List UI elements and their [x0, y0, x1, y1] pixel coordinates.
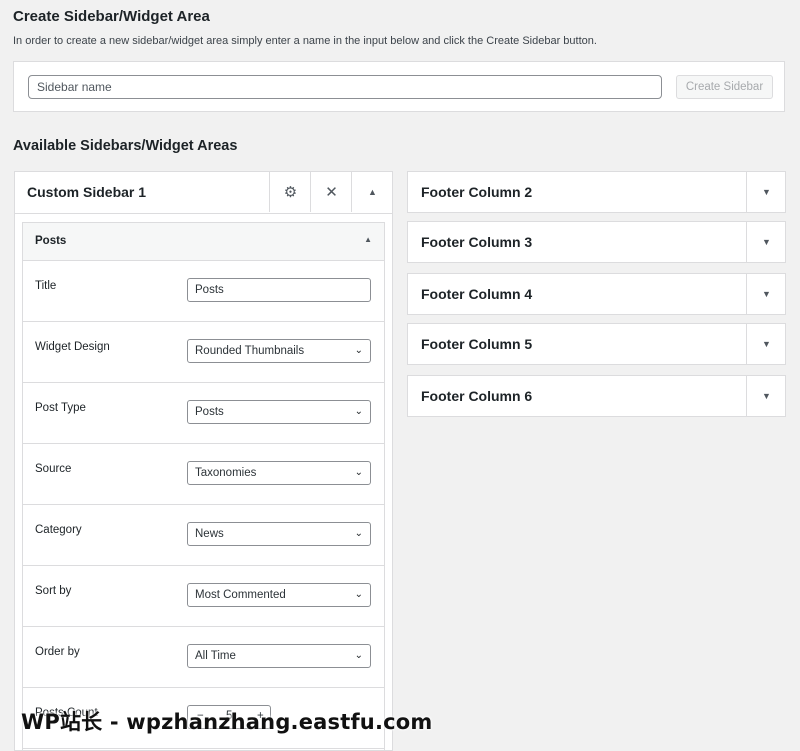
sidebar-panel-title: Footer Column 4: [421, 286, 533, 302]
chevron-down-icon: ⌄: [354, 406, 363, 417]
custom-sidebar-header[interactable]: Custom Sidebar 1 ⚙ ✕ ▲: [15, 172, 392, 214]
sidebar-panel-footer-column-4[interactable]: Footer Column 4 ▼: [407, 273, 786, 315]
select-value: News: [195, 528, 224, 540]
order-by-select[interactable]: All Time ⌄: [187, 644, 371, 668]
field-label-sort-by: Sort by: [35, 585, 72, 597]
sort-by-select[interactable]: Most Commented ⌄: [187, 583, 371, 607]
sidebar-panel-title: Footer Column 5: [421, 336, 533, 352]
expand-arrow-icon[interactable]: ▼: [746, 172, 786, 212]
source-select[interactable]: Taxonomies ⌄: [187, 461, 371, 485]
chevron-down-icon: ⌄: [354, 589, 363, 600]
expand-arrow-icon[interactable]: ▼: [746, 222, 786, 262]
posts-widget-title: Posts: [35, 235, 67, 247]
create-sidebar-description: In order to create a new sidebar/widget …: [13, 35, 597, 47]
field-row-order-by: Order by All Time ⌄: [23, 627, 384, 688]
posts-widget: Posts ▲ Title Widget Design Rounded Thum…: [22, 222, 385, 750]
field-label-title: Title: [35, 280, 57, 292]
sidebar-panel-footer-column-6[interactable]: Footer Column 6 ▼: [407, 375, 786, 417]
select-value: Rounded Thumbnails: [195, 345, 305, 357]
field-row-post-type: Post Type Posts ⌄: [23, 383, 384, 444]
expand-arrow-icon[interactable]: ▼: [746, 376, 786, 416]
field-row-category: Category News ⌄: [23, 505, 384, 566]
sidebar-panel-title: Footer Column 2: [421, 184, 533, 200]
collapse-arrow-icon[interactable]: ▲: [364, 235, 372, 244]
available-sidebars-heading: Available Sidebars/Widget Areas: [13, 138, 238, 154]
gear-icon[interactable]: ⚙: [269, 172, 311, 212]
select-value: Most Commented: [195, 589, 286, 601]
sidebar-name-input[interactable]: [28, 75, 662, 99]
select-value: Posts: [195, 406, 224, 418]
create-sidebar-button[interactable]: Create Sidebar: [676, 75, 773, 99]
collapse-arrow-icon[interactable]: ▲: [351, 172, 392, 212]
field-row-widget-design: Widget Design Rounded Thumbnails ⌄: [23, 322, 384, 383]
field-row-source: Source Taxonomies ⌄: [23, 444, 384, 505]
category-select[interactable]: News ⌄: [187, 522, 371, 546]
sidebar-panel-title: Footer Column 6: [421, 388, 533, 404]
post-type-select[interactable]: Posts ⌄: [187, 400, 371, 424]
field-row-sort-by: Sort by Most Commented ⌄: [23, 566, 384, 627]
create-sidebar-box: Create Sidebar: [13, 61, 785, 112]
field-label-category: Category: [35, 524, 82, 536]
chevron-down-icon: ⌄: [354, 345, 363, 356]
sidebar-panel-title: Footer Column 3: [421, 234, 533, 250]
widget-design-select[interactable]: Rounded Thumbnails ⌄: [187, 339, 371, 363]
chevron-down-icon: ⌄: [354, 528, 363, 539]
expand-arrow-icon[interactable]: ▼: [746, 324, 786, 364]
field-label-post-type: Post Type: [35, 402, 86, 414]
custom-sidebar-title: Custom Sidebar 1: [27, 184, 147, 200]
sidebar-panel-footer-column-2[interactable]: Footer Column 2 ▼: [407, 171, 786, 213]
select-value: Taxonomies: [195, 467, 257, 479]
sidebar-panel-footer-column-3[interactable]: Footer Column 3 ▼: [407, 221, 786, 263]
sidebar-panel-footer-column-5[interactable]: Footer Column 5 ▼: [407, 323, 786, 365]
custom-sidebar-panel: Custom Sidebar 1 ⚙ ✕ ▲ Posts ▲ Title Wid…: [14, 171, 393, 751]
create-sidebar-heading: Create Sidebar/Widget Area: [13, 8, 210, 25]
field-label-widget-design: Widget Design: [35, 341, 110, 353]
chevron-down-icon: ⌄: [354, 467, 363, 478]
posts-widget-header[interactable]: Posts ▲: [23, 223, 384, 261]
chevron-down-icon: ⌄: [354, 650, 363, 661]
watermark-text: WP站长 - wpzhanzhang.eastfu.com: [21, 710, 433, 734]
field-label-order-by: Order by: [35, 646, 80, 658]
title-input[interactable]: [187, 278, 371, 302]
close-icon[interactable]: ✕: [310, 172, 352, 212]
expand-arrow-icon[interactable]: ▼: [746, 274, 786, 314]
field-label-source: Source: [35, 463, 72, 475]
field-row-title: Title: [23, 261, 384, 322]
select-value: All Time: [195, 650, 236, 662]
